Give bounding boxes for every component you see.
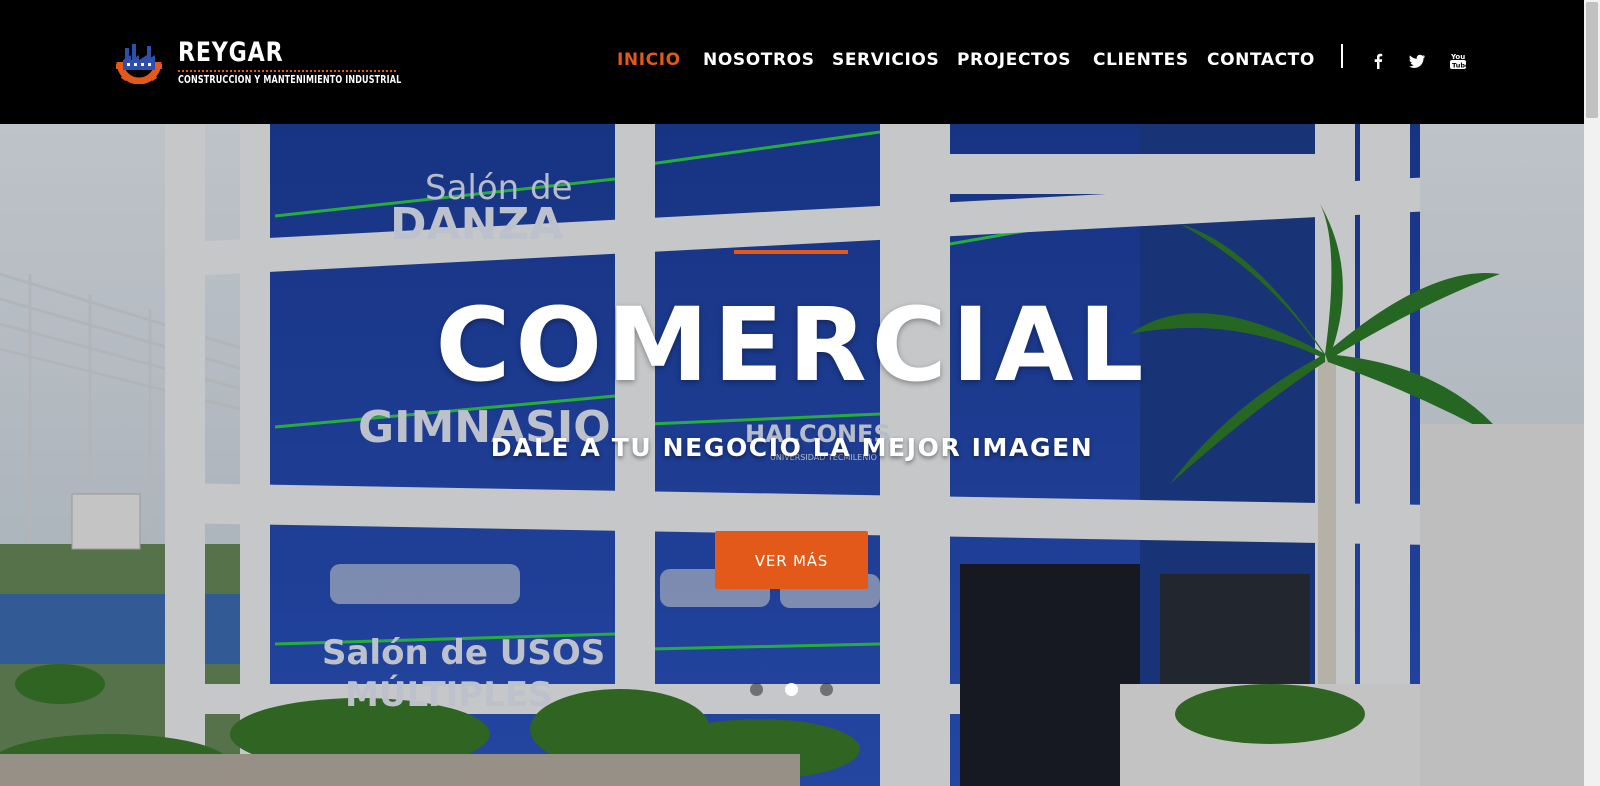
nav-contacto[interactable]: CONTACTO	[1207, 48, 1315, 72]
facebook-icon[interactable]	[1367, 50, 1389, 72]
nav-clientes[interactable]: CLIENTES	[1093, 48, 1189, 72]
hero-subtitle: DALE A TU NEGOCIO LA MEJOR IMAGEN	[490, 433, 1094, 462]
svg-text:Tube: Tube	[1452, 61, 1469, 69]
scrollbar-thumb[interactable]	[1586, 2, 1598, 118]
twitter-icon[interactable]	[1406, 50, 1428, 72]
youtube-icon[interactable]: You Tube	[1447, 50, 1469, 72]
hero-slider: Salón de DANZA GIMNASIO HALCONES UNIVERS…	[0, 124, 1584, 786]
ver-mas-button[interactable]: VER MÁS	[715, 531, 868, 589]
page-scrollbar[interactable]	[1584, 0, 1600, 786]
slide-dot-2[interactable]	[785, 683, 798, 696]
hero-accent-line	[734, 250, 848, 254]
site-header: REYGAR CONSTRUCCION Y MANTENIMIENTO INDU…	[0, 0, 1584, 124]
slider-pagination	[750, 683, 840, 699]
nav-servicios[interactable]: SERVICIOS	[832, 48, 939, 72]
hero-title: COMERCIAL	[435, 286, 1149, 405]
svg-text:You: You	[1450, 53, 1465, 61]
brand-tagline: CONSTRUCCION Y MANTENIMIENTO INDUSTRIAL	[178, 73, 402, 86]
slide-dot-3[interactable]	[820, 683, 833, 696]
nav-divider	[1341, 44, 1343, 68]
nav-nosotros[interactable]: NOSOTROS	[703, 48, 815, 72]
slide-dot-1[interactable]	[750, 683, 763, 696]
nav-projectos[interactable]: PROJECTOS	[957, 48, 1071, 72]
main-nav: INICIO NOSOTROS SERVICIOS PROJECTOS CLIE…	[0, 48, 1584, 72]
nav-inicio[interactable]: INICIO	[617, 48, 681, 72]
